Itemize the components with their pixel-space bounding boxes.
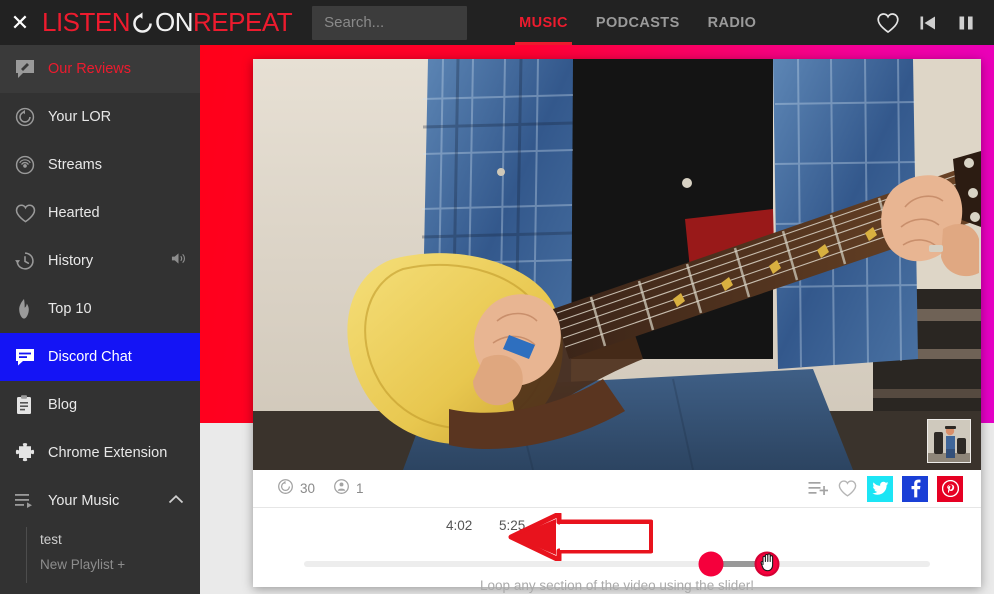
loop-hint-text: Loop any section of the video using the … xyxy=(480,578,754,593)
share-actions xyxy=(808,475,963,502)
sidebar-item-our-reviews[interactable]: Our Reviews xyxy=(0,45,200,93)
previous-track-icon[interactable] xyxy=(918,13,938,33)
loop-end-time: 5:25 xyxy=(499,518,526,533)
sidebar-item-history[interactable]: History xyxy=(0,237,200,285)
facebook-icon[interactable] xyxy=(902,475,928,502)
sidebar-item-label: History xyxy=(48,253,94,269)
sidebar-item-label: Streams xyxy=(48,157,102,173)
loop-slider-area: 4:02 5:25 Loop any section of the video … xyxy=(253,508,981,593)
broadcast-icon xyxy=(14,154,48,176)
nav-tabs: MUSIC PODCASTS RADIO xyxy=(505,0,770,45)
channel-thumbnail[interactable] xyxy=(927,419,971,463)
sidebar-item-hearted[interactable]: Hearted xyxy=(0,189,200,237)
sidebar-item-top-10[interactable]: Top 10 xyxy=(0,285,200,333)
clipboard-icon xyxy=(14,394,48,416)
loop-icon xyxy=(131,11,154,34)
add-to-playlist-icon[interactable] xyxy=(808,480,828,497)
twitter-icon[interactable] xyxy=(867,475,893,502)
brand-word-listen: LISTEN xyxy=(42,7,131,37)
loop-start-handle[interactable] xyxy=(698,551,724,577)
history-clock-icon xyxy=(14,250,48,272)
sidebar-item-blog[interactable]: Blog xyxy=(0,381,200,429)
brand-logo[interactable]: LISTEN ON REPEAT xyxy=(42,7,293,38)
sidebar: Our Reviews Your LOR Streams Hearted His… xyxy=(0,45,200,594)
player-card: 30 1 4:02 5:25 Loop any section of the v… xyxy=(253,59,981,593)
hand-cursor-icon xyxy=(759,552,776,576)
tab-music[interactable]: MUSIC xyxy=(505,0,582,45)
loop-circle-icon xyxy=(14,106,48,128)
stats-row: 30 1 xyxy=(253,470,981,508)
playlist-list: test New Playlist + xyxy=(0,527,200,583)
chat-bubble-icon xyxy=(14,346,48,368)
video-player[interactable] xyxy=(253,59,981,470)
sidebar-item-streams[interactable]: Streams xyxy=(0,141,200,189)
video-frame-image xyxy=(253,59,981,470)
volume-icon[interactable] xyxy=(170,251,187,271)
sidebar-item-your-lor[interactable]: Your LOR xyxy=(0,93,200,141)
pinterest-icon[interactable] xyxy=(937,475,963,502)
sidebar-item-label: Top 10 xyxy=(48,301,92,317)
sidebar-item-label: Your Music xyxy=(48,493,120,509)
pause-icon[interactable] xyxy=(956,13,976,33)
sidebar-item-label: Blog xyxy=(48,397,78,413)
brand-word-on: ON xyxy=(155,7,194,37)
brand-word-repeat: REPEAT xyxy=(193,7,293,37)
new-playlist-button[interactable]: New Playlist + xyxy=(26,552,200,577)
repeat-count-value: 30 xyxy=(300,481,316,496)
top-bar-actions xyxy=(876,12,994,34)
loop-time-labels: 4:02 5:25 xyxy=(253,518,981,536)
heart-icon[interactable] xyxy=(837,479,858,498)
sidebar-item-label: Your LOR xyxy=(48,109,112,125)
search-input[interactable] xyxy=(312,5,468,40)
heart-icon[interactable] xyxy=(876,12,900,34)
sidebar-item-label: Our Reviews xyxy=(48,61,131,77)
playlist-item-test[interactable]: test xyxy=(26,527,200,552)
loop-end-handle[interactable] xyxy=(754,551,780,577)
listener-count-icon xyxy=(333,478,350,500)
tab-podcasts[interactable]: PODCASTS xyxy=(582,0,694,45)
review-bubble-icon xyxy=(14,58,48,80)
sidebar-item-discord-chat[interactable]: Discord Chat xyxy=(0,333,200,381)
sidebar-item-chrome-extension[interactable]: Chrome Extension xyxy=(0,429,200,477)
playlist-icon xyxy=(14,492,48,510)
loop-start-time: 4:02 xyxy=(446,518,473,533)
close-icon[interactable]: ✕ xyxy=(0,0,40,45)
heart-icon xyxy=(14,203,48,224)
loop-slider-track[interactable] xyxy=(304,551,930,577)
sidebar-item-your-music[interactable]: Your Music xyxy=(0,477,200,525)
repeat-count-stat: 30 xyxy=(277,478,315,500)
top-bar: ✕ LISTEN ON REPEAT MUSIC PODCASTS RADIO xyxy=(0,0,994,45)
tab-radio[interactable]: RADIO xyxy=(694,0,771,45)
chevron-up-icon[interactable] xyxy=(168,492,184,510)
app-root: ✕ LISTEN ON REPEAT MUSIC PODCASTS RADIO xyxy=(0,0,994,594)
sidebar-item-label: Discord Chat xyxy=(48,349,132,365)
listener-count-stat: 1 xyxy=(333,478,364,500)
listener-count-value: 1 xyxy=(356,481,364,496)
sidebar-item-label: Chrome Extension xyxy=(48,445,168,461)
sidebar-item-label: Hearted xyxy=(48,205,100,221)
puzzle-piece-icon xyxy=(14,442,48,464)
flame-icon xyxy=(14,298,48,320)
repeat-count-icon xyxy=(277,478,294,500)
